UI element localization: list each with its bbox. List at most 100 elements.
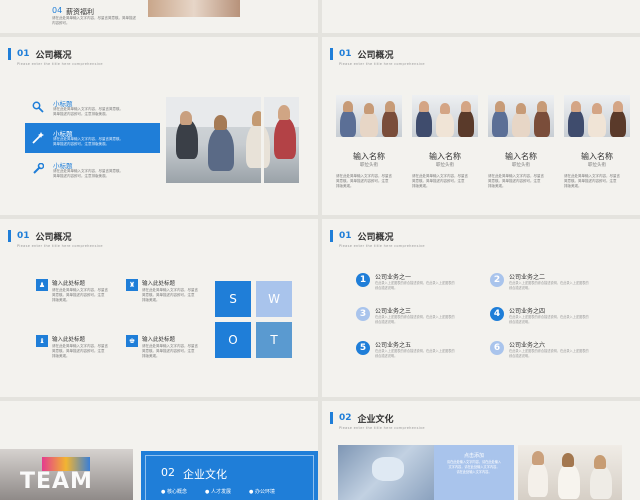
member-name: 输入名称 [429, 152, 461, 161]
business-text: 在此录入上述图表的综合描述说明，在此录入上述图表的 综合描述说明。 [375, 349, 455, 358]
business-number: 5 [356, 341, 370, 355]
member-description: 请在此处简单输入文字内容，尽量言 简意赅。简单描述内容即可。注意 排版美观。 [336, 174, 392, 188]
slide-company-overview-3[interactable]: 01 公司概况 Please enter the title here comp… [0, 219, 318, 397]
business-item: 4 公司业务之四 在此录入上述图表的综合描述说明，在此录入上述图表的 综合描述说明。 [490, 305, 614, 331]
business-number: 4 [490, 307, 504, 321]
member-photo [564, 95, 630, 137]
item-title: 输入此处标题 [142, 337, 176, 343]
chess-bishop-icon: ♝ [36, 335, 48, 347]
business-title: 公司业务之六 [509, 342, 546, 349]
slide-top-strip: 04 薪资福利 请在此处简单输入文字内容，尽量言简意赅。简单描述 内容即可。 [0, 0, 640, 33]
title-accent-bar [330, 48, 333, 60]
slide-title: 01 公司概况 [330, 229, 394, 243]
business-item: 3 公司业务之三 在此录入上述图表的综合描述说明，在此录入上述图表的 综合描述说明。 [356, 305, 480, 331]
chess-pawn-icon: ♟ [36, 279, 48, 291]
member-role: 职位头衔 [360, 163, 378, 168]
title-text: 公司概况 [35, 232, 72, 243]
member-role: 职位头衔 [436, 163, 454, 168]
item-row-2-highlighted: 小标题 请在此处简单输入文字内容，尽量言简意赅。 简单描述内容即可。注意排版美观。 [25, 123, 160, 153]
item-text: 请在此处简单输入文字内容，尽量言简意赅。简单描述内容即可。注意排版美观。 [53, 107, 123, 116]
business-number: 6 [490, 341, 504, 355]
title-subtitle: Please enter the title here comprehensiv… [17, 244, 103, 248]
item-text: 请在此处简单输入文字内容，尽量言简意赅。简单描述内容即可。注意排版美观。 [142, 288, 198, 302]
member-name: 输入名称 [581, 152, 613, 161]
slide-title: 01 公司概况 [8, 47, 72, 61]
slide-title: 01 公司概况 [330, 47, 394, 61]
title-text: 公司概况 [357, 50, 394, 61]
strip-number: 04 [52, 6, 63, 15]
item-row-3: 小标题 请在此处简单输入文字内容，尽量言简意赅。 简单描述内容即可。注意排版美观。 [25, 157, 160, 181]
title-number: 02 [339, 413, 352, 423]
culture-bullet-2: ● 人才发展 [205, 489, 231, 495]
title-accent-bar [330, 230, 333, 242]
title-text: 公司概况 [35, 50, 72, 61]
chess-rook-icon: ♜ [126, 279, 138, 291]
slide-company-overview-4[interactable]: 01 公司概况 Please enter the title here comp… [322, 219, 640, 397]
classroom-photo [518, 445, 622, 500]
member-role: 职位头衔 [512, 163, 530, 168]
member-photo [336, 95, 402, 137]
title-number: 01 [339, 49, 352, 59]
business-text: 在此录入上述图表的综合描述说明，在此录入上述图表的 综合描述说明。 [509, 349, 589, 358]
meeting-photo [166, 97, 299, 183]
business-text: 在此录入上述图表的综合描述说明，在此录入上述图表的 综合描述说明。 [509, 281, 589, 290]
strip-text: 请在此处简单输入文字内容，尽量言简意赅。简单描述 内容即可。 [52, 16, 136, 25]
member-description: 请在此处简单输入文字内容，尽量言 简意赅。简单描述内容即可。注意 排版美观。 [564, 174, 620, 188]
business-text: 在此录入上述图表的综合描述说明，在此录入上述图表的 综合描述说明。 [375, 315, 455, 324]
wrench-icon [33, 163, 44, 174]
culture-title: 企业文化 [183, 468, 227, 481]
team-photo: TEAM [0, 449, 133, 500]
business-title: 公司业务之二 [509, 274, 546, 281]
swot-o: O [215, 322, 251, 358]
item-text: 请在此处简单输入文字内容，尽量言简意赅。简单描述内容即可。注意排版美观。 [53, 137, 123, 146]
title-subtitle: Please enter the title here comprehensiv… [339, 62, 425, 66]
swot-w: W [256, 281, 292, 317]
business-title: 公司业务之四 [509, 308, 546, 315]
slide-corporate-culture-cover[interactable]: TEAM 02 企业文化 ● 核心概念 ● 人才发展 ● 办公环境 [0, 401, 318, 500]
culture-number: 02 [161, 466, 175, 479]
title-subtitle: Please enter the title here comprehensiv… [339, 426, 425, 430]
business-item: 6 公司业务之六 在此录入上述图表的综合描述说明，在此录入上述图表的 综合描述说明。 [490, 339, 614, 365]
team-text: TEAM [20, 469, 93, 494]
item-text: 请在此处简单输入文字内容，尽量言简意赅。简单描述内容即可。注意排版美观。 [142, 344, 198, 358]
item-title: 输入此处标题 [142, 281, 176, 287]
member-role: 职位头衔 [588, 163, 606, 168]
title-number: 01 [17, 49, 30, 59]
swot-s: S [215, 281, 251, 317]
slide-corporate-culture[interactable]: 02 企业文化 Please enter the title here comp… [322, 401, 640, 500]
item-title: 输入此处标题 [52, 281, 86, 287]
info-box-text: 请在此处输入文字内容，请在此处输入 文字内容，请在此处输入文字内容， 请在此处输入文… [446, 460, 502, 474]
info-box-title: 点击添加 [463, 453, 484, 459]
member-photo [412, 95, 478, 137]
chess-king-icon: ♚ [126, 335, 138, 347]
business-number: 3 [356, 307, 370, 321]
item-text: 请在此处简单输入文字内容，尽量言简意赅。简单描述内容即可。注意排版美观。 [52, 344, 108, 358]
slide-company-overview-2[interactable]: 01 公司概况 Please enter the title here comp… [322, 37, 640, 215]
business-text: 在此录入上述图表的综合描述说明，在此录入上述图表的 综合描述说明。 [509, 315, 589, 324]
slide-title: 01 公司概况 [8, 229, 72, 243]
member-description: 请在此处简单输入文字内容，尽量言 简意赅。简单描述内容即可。注意 排版美观。 [412, 174, 468, 188]
slide-title: 02 企业文化 [330, 411, 394, 425]
culture-bullet-3: ● 办公环境 [249, 489, 275, 495]
title-subtitle: Please enter the title here comprehensiv… [17, 62, 103, 66]
title-subtitle: Please enter the title here comprehensiv… [339, 244, 425, 248]
culture-box: 02 企业文化 ● 核心概念 ● 人才发展 ● 办公环境 [141, 451, 318, 500]
handshake-photo [338, 445, 434, 500]
title-accent-bar [330, 412, 333, 424]
member-photo [488, 95, 554, 137]
slide-company-overview-1[interactable]: 01 公司概况 Please enter the title here comp… [0, 37, 318, 215]
business-text: 在此录入上述图表的综合描述说明，在此录入上述图表的 综合描述说明。 [375, 281, 455, 290]
business-number: 1 [356, 273, 370, 287]
business-title: 公司业务之五 [375, 342, 412, 349]
business-item: 5 公司业务之五 在此录入上述图表的综合描述说明，在此录入上述图表的 综合描述说明。 [356, 339, 480, 365]
business-item: 2 公司业务之二 在此录入上述图表的综合描述说明，在此录入上述图表的 综合描述说明。 [490, 271, 614, 297]
title-text: 企业文化 [357, 414, 394, 425]
magic-wand-icon [32, 132, 44, 144]
member-name: 输入名称 [505, 152, 537, 161]
info-box: 点击添加 请在此处输入文字内容，请在此处输入 文字内容，请在此处输入文字内容， 请在… [434, 445, 514, 500]
business-item: 1 公司业务之一 在此录入上述图表的综合描述说明，在此录入上述图表的 综合描述说明。 [356, 271, 480, 297]
team-member-card: 输入名称职位头衔请在此处简单输入文字内容，尽量言 简意赅。简单描述内容即可。注意排… [412, 95, 478, 205]
member-description: 请在此处简单输入文字内容，尽量言 简意赅。简单描述内容即可。注意 排版美观。 [488, 174, 544, 188]
item-row-1: 小标题 请在此处简单输入文字内容，尽量言简意赅。 简单描述内容即可。注意排版美观。 [25, 95, 160, 119]
item-text: 请在此处简单输入文字内容，尽量言简意赅。简单描述内容即可。注意排版美观。 [53, 169, 123, 178]
